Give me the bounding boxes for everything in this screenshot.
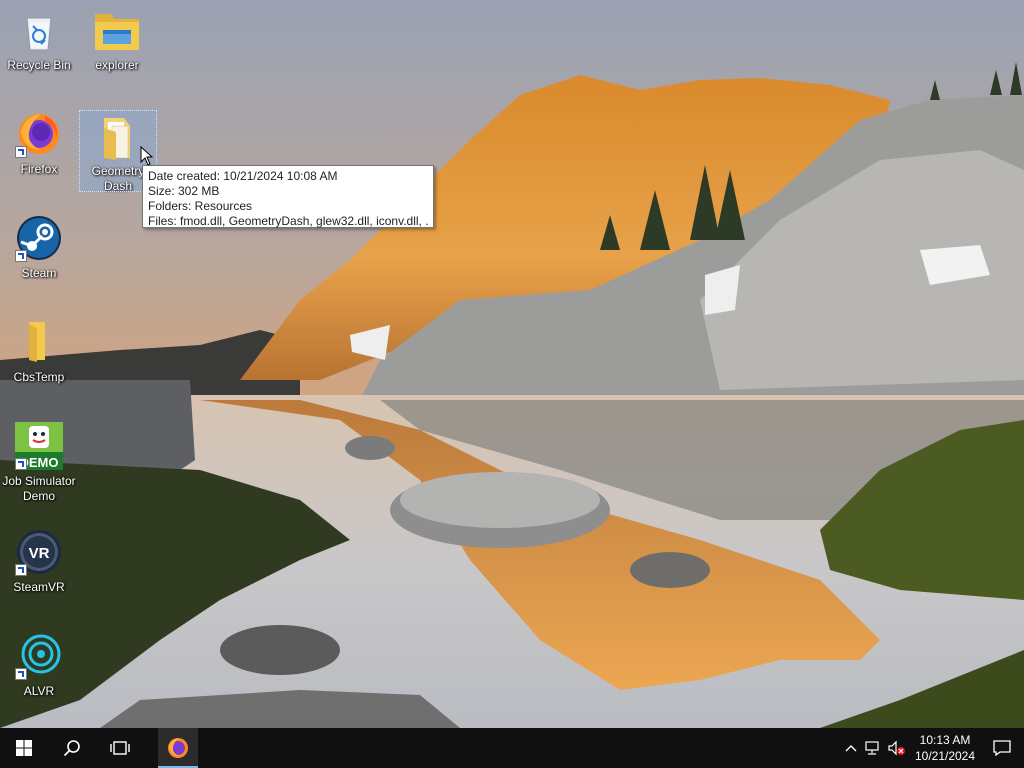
alvr-icon — [15, 632, 63, 680]
desktop-icon-label: Recycle Bin — [7, 58, 71, 72]
chevron-up-icon — [845, 745, 857, 752]
tooltip-size: Size: 302 MB — [148, 184, 220, 198]
clock-button[interactable]: 10:13 AM 10/21/2024 — [910, 728, 980, 768]
taskbar-firefox-button[interactable] — [158, 728, 198, 768]
desktop-icon-explorer[interactable]: explorer — [78, 6, 156, 73]
start-button[interactable] — [0, 728, 48, 768]
taskbar: 10:13 AM 10/21/2024 — [0, 728, 1024, 768]
shortcut-arrow-icon — [15, 250, 27, 262]
shortcut-arrow-icon — [15, 564, 27, 576]
desktop-icon-label: explorer — [95, 58, 139, 72]
show-hidden-icons-button[interactable] — [840, 728, 862, 768]
desktop-icon-label: Steam — [21, 266, 57, 280]
desktop-icon-label: CbsTemp — [13, 370, 65, 384]
desktop-icon-steam[interactable]: Steam — [0, 214, 78, 281]
desktop-icon-recycle-bin[interactable]: Recycle Bin — [0, 6, 78, 73]
task-view-icon — [110, 741, 130, 755]
firefox-icon — [15, 110, 63, 158]
action-center-button[interactable] — [980, 728, 1024, 768]
task-view-button[interactable] — [96, 728, 144, 768]
volume-button[interactable] — [884, 728, 910, 768]
steamvr-icon: VR — [15, 528, 63, 576]
desktop-icon-label: ALVR — [23, 684, 55, 698]
desktop-icon-firefox[interactable]: Firefox — [0, 110, 78, 177]
desktop-icon-label: Job Simulator Demo — [2, 474, 76, 503]
tooltip-date-created: Date created: 10/21/2024 10:08 AM — [148, 169, 338, 183]
desktop-icon-cbstemp[interactable]: CbsTemp — [0, 318, 78, 385]
shortcut-arrow-icon — [15, 668, 27, 680]
folder-info-tooltip: Date created: 10/21/2024 10:08 AM Size: … — [142, 165, 434, 228]
desktop-icon-job-simulator-demo[interactable]: DEMO Job Simulator Demo — [0, 422, 78, 504]
job-simulator-icon: DEMO — [15, 422, 63, 470]
clock-time: 10:13 AM — [919, 733, 971, 747]
mouse-cursor-icon — [140, 146, 154, 166]
search-icon — [63, 740, 80, 757]
notification-icon — [993, 740, 1011, 756]
shortcut-arrow-icon — [15, 458, 27, 470]
tooltip-files: Files: fmod.dll, GeometryDash, glew32.dl… — [148, 214, 428, 228]
desktop-icon-steamvr[interactable]: VR SteamVR — [0, 528, 78, 595]
recycle-bin-icon — [15, 6, 63, 54]
network-icon — [865, 741, 879, 755]
folder-icon — [94, 114, 142, 162]
volume-muted-icon — [888, 740, 905, 756]
steam-icon — [15, 214, 63, 262]
desktop-icon-label: Firefox — [20, 162, 58, 176]
desktop-icon-label: SteamVR — [13, 580, 65, 594]
search-button[interactable] — [48, 728, 96, 768]
folder-icon — [15, 318, 63, 366]
vr-badge: VR — [29, 545, 50, 562]
start-icon — [16, 740, 32, 756]
network-button[interactable] — [862, 728, 884, 768]
shortcut-arrow-icon — [15, 146, 27, 158]
folder-icon — [93, 6, 141, 54]
tooltip-folders: Folders: Resources — [148, 199, 253, 213]
desktop-icon-alvr[interactable]: ALVR — [0, 632, 78, 699]
clock-date: 10/21/2024 — [914, 749, 976, 763]
firefox-icon — [168, 738, 188, 758]
system-tray: 10:13 AM 10/21/2024 — [840, 728, 1024, 768]
